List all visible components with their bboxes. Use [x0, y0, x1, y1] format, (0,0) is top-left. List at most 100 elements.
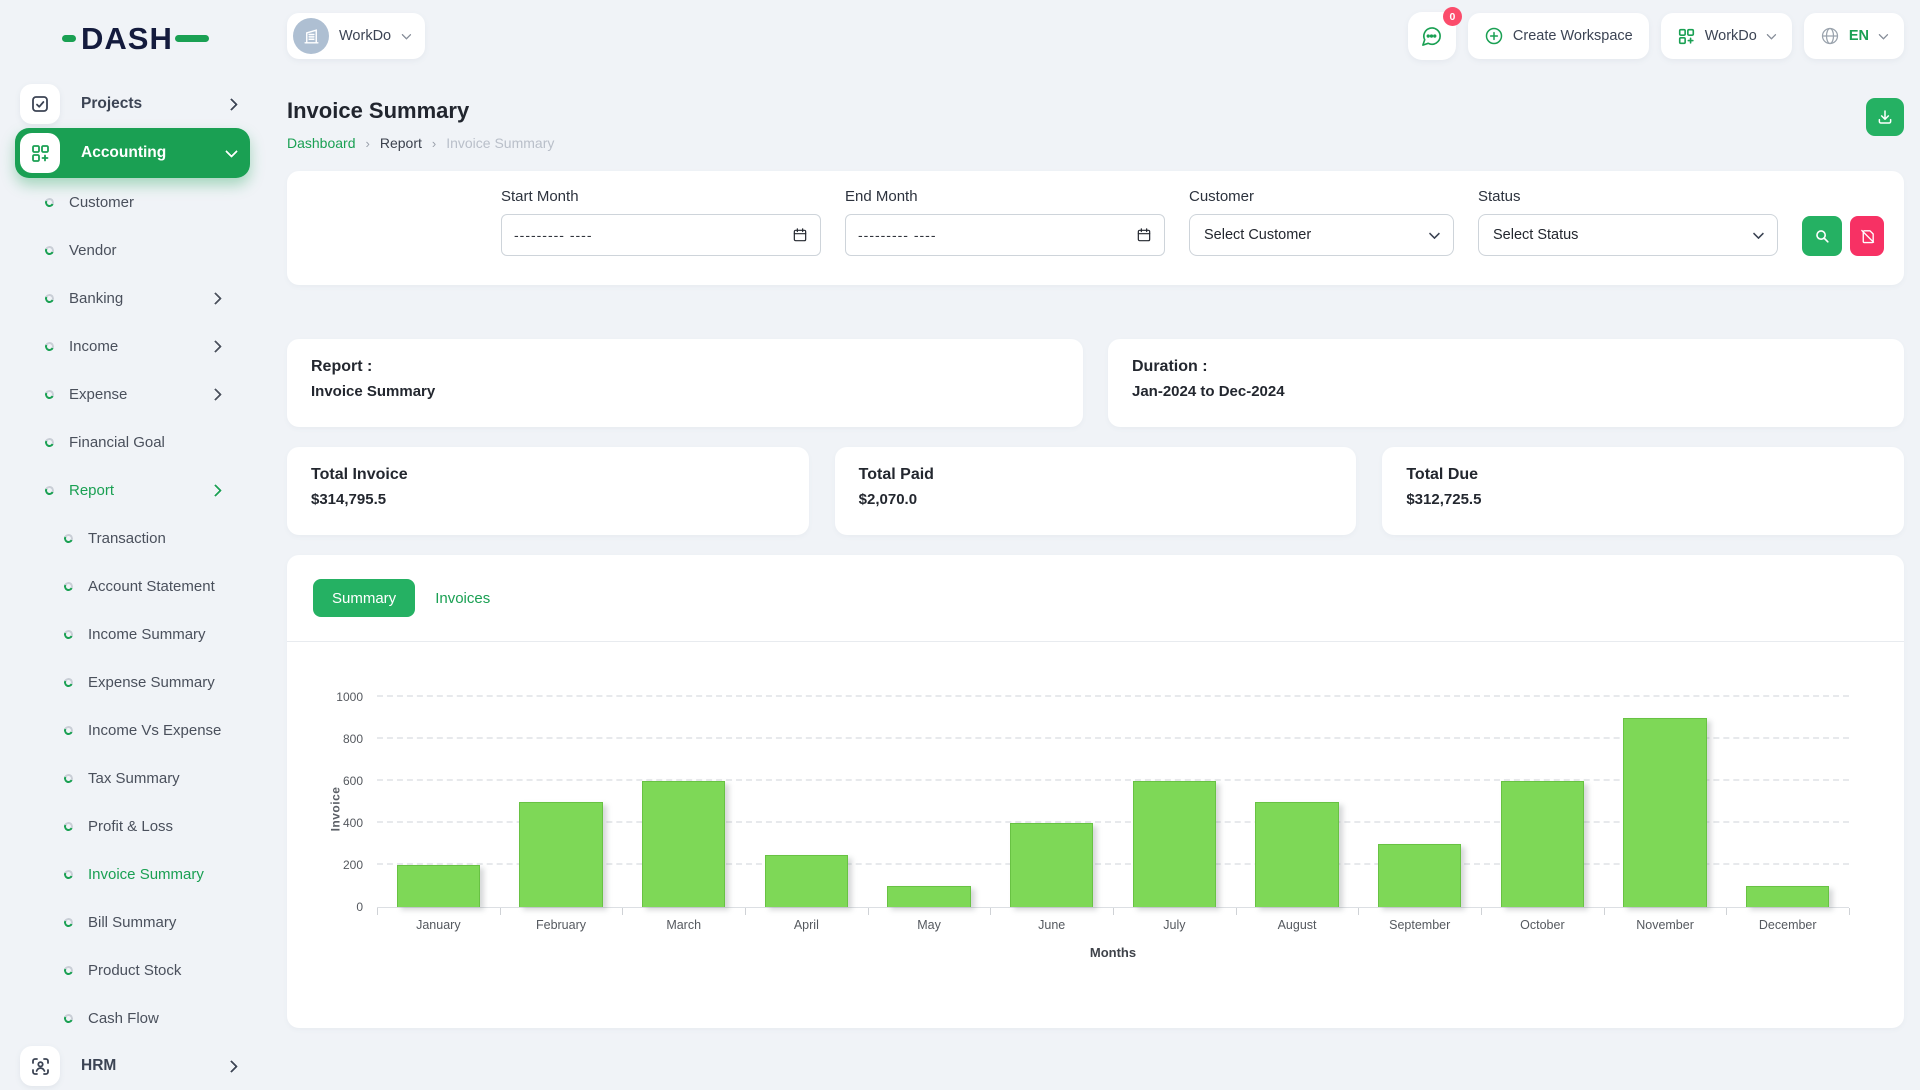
- download-button[interactable]: [1866, 98, 1904, 136]
- bullet-icon: [44, 388, 56, 400]
- report-info-row: Report : Invoice Summary Duration : Jan-…: [287, 339, 1904, 427]
- create-workspace-button[interactable]: Create Workspace: [1468, 13, 1649, 59]
- sidebar-item-label: Product Stock: [88, 962, 181, 979]
- x-tick-label: April: [745, 918, 868, 932]
- workdo-menu-button[interactable]: WorkDo: [1661, 13, 1792, 59]
- bar-january[interactable]: [397, 865, 480, 907]
- topbar: WorkDo 0 Create Workspace WorkDo: [260, 0, 1920, 72]
- tab-summary[interactable]: Summary: [313, 579, 415, 617]
- bullet-icon: [44, 340, 56, 352]
- bar-march[interactable]: [642, 781, 725, 907]
- x-tick-mark: [1481, 908, 1482, 915]
- sidebar-item-bill-summary[interactable]: Bill Summary: [15, 898, 250, 946]
- bar-june[interactable]: [1010, 823, 1093, 907]
- grid-plus-icon: [1677, 27, 1696, 46]
- bullet-icon: [63, 964, 75, 976]
- checkbox-icon: [20, 84, 60, 124]
- bar-august[interactable]: [1255, 802, 1338, 907]
- x-tick-mark: [1358, 908, 1359, 915]
- bar-july[interactable]: [1133, 781, 1216, 907]
- bar-october[interactable]: [1501, 781, 1584, 907]
- globe-icon: [1820, 26, 1840, 46]
- sidebar-item-account-statement[interactable]: Account Statement: [15, 562, 250, 610]
- x-tick-label: October: [1481, 918, 1604, 932]
- customer-field: Customer Select Customer: [1189, 188, 1454, 256]
- chevron-down-icon: [226, 148, 236, 158]
- user-focus-icon: [20, 1046, 60, 1086]
- sidebar-item-product-stock[interactable]: Product Stock: [15, 946, 250, 994]
- sidebar-item-label: HRM: [81, 1057, 116, 1075]
- sidebar-item-cash-flow[interactable]: Cash Flow: [15, 994, 250, 1042]
- chevron-down-icon: [1754, 231, 1763, 240]
- sidebar-item-invoice-summary[interactable]: Invoice Summary: [15, 850, 250, 898]
- bullet-icon: [44, 436, 56, 448]
- status-field: Status Select Status: [1478, 188, 1778, 256]
- bullet-icon: [44, 484, 56, 496]
- topbar-actions: 0 Create Workspace WorkDo EN: [1408, 12, 1904, 60]
- customer-select[interactable]: Select Customer: [1189, 214, 1454, 256]
- search-button[interactable]: [1802, 216, 1842, 256]
- x-tick-mark: [1236, 908, 1237, 915]
- calendar-icon[interactable]: [1136, 227, 1152, 243]
- sidebar-item-vendor[interactable]: Vendor: [15, 226, 250, 274]
- x-tick-label: December: [1726, 918, 1849, 932]
- sidebar-item-income[interactable]: Income: [15, 322, 250, 370]
- bar-december[interactable]: [1746, 886, 1829, 907]
- gridline: [377, 695, 1849, 697]
- sidebar-item-label: Tax Summary: [88, 770, 180, 787]
- sidebar-item-expense-summary[interactable]: Expense Summary: [15, 658, 250, 706]
- sidebar-item-projects[interactable]: Projects: [15, 80, 250, 128]
- sidebar-item-tax-summary[interactable]: Tax Summary: [15, 754, 250, 802]
- tab-invoices[interactable]: Invoices: [435, 590, 490, 607]
- sidebar-item-transaction[interactable]: Transaction: [15, 514, 250, 562]
- start-month-input[interactable]: --------- ----: [501, 214, 821, 256]
- x-tick-mark: [1726, 908, 1727, 915]
- reset-filter-button[interactable]: [1850, 216, 1884, 256]
- sidebar-item-hrm[interactable]: HRM: [15, 1042, 250, 1090]
- total-due-card: Total Due $312,725.5: [1382, 447, 1904, 535]
- sidebar-item-label: Invoice Summary: [88, 866, 204, 883]
- x-tick-label: November: [1604, 918, 1727, 932]
- sidebar-item-label: Cash Flow: [88, 1010, 159, 1027]
- x-tick-mark: [377, 908, 378, 915]
- chart-card: Summary Invoices Invoice 020040060080010…: [287, 555, 1904, 1028]
- breadcrumb-report[interactable]: Report: [380, 135, 422, 151]
- bar-september[interactable]: [1378, 844, 1461, 907]
- bar-november[interactable]: [1623, 718, 1706, 907]
- sidebar-item-expense[interactable]: Expense: [15, 370, 250, 418]
- dash-logo: DASH: [0, 18, 260, 58]
- start-month-field: Start Month --------- ----: [501, 188, 821, 256]
- chevron-right-icon: [226, 99, 236, 109]
- x-tick-label: January: [377, 918, 500, 932]
- workspace-selector[interactable]: WorkDo: [287, 13, 425, 59]
- sidebar-item-financial-goal[interactable]: Financial Goal: [15, 418, 250, 466]
- bar-may[interactable]: [887, 886, 970, 907]
- x-tick-mark: [745, 908, 746, 915]
- chevron-right-icon: ›: [432, 136, 436, 151]
- calendar-icon[interactable]: [792, 227, 808, 243]
- messages-button[interactable]: 0: [1408, 12, 1456, 60]
- end-month-label: End Month: [845, 188, 1165, 205]
- sidebar-item-income-vs-expense[interactable]: Income Vs Expense: [15, 706, 250, 754]
- chevron-right-icon: [226, 1061, 236, 1071]
- end-month-input[interactable]: --------- ----: [845, 214, 1165, 256]
- sidebar-item-banking[interactable]: Banking: [15, 274, 250, 322]
- breadcrumb-dashboard[interactable]: Dashboard: [287, 135, 356, 151]
- sidebar-item-customer[interactable]: Customer: [15, 178, 250, 226]
- totals-row: Total Invoice $314,795.5 Total Paid $2,0…: [287, 447, 1904, 535]
- duration-card: Duration : Jan-2024 to Dec-2024: [1108, 339, 1904, 427]
- sidebar-item-report[interactable]: Report: [15, 466, 250, 514]
- sidebar-item-label: Income Vs Expense: [88, 722, 221, 739]
- breadcrumb: Dashboard › Report › Invoice Summary: [287, 135, 554, 151]
- sidebar-item-income-summary[interactable]: Income Summary: [15, 610, 250, 658]
- y-tick-label: 200: [343, 858, 363, 872]
- language-button[interactable]: EN: [1804, 13, 1904, 59]
- x-tick-label: September: [1358, 918, 1481, 932]
- x-tick-label: July: [1113, 918, 1236, 932]
- sidebar-item-profit-loss[interactable]: Profit & Loss: [15, 802, 250, 850]
- bar-february[interactable]: [519, 802, 602, 907]
- sidebar: DASH ProjectsAccountingCustomerVendorBan…: [0, 0, 260, 1080]
- sidebar-item-accounting[interactable]: Accounting: [15, 128, 250, 178]
- status-select[interactable]: Select Status: [1478, 214, 1778, 256]
- bar-april[interactable]: [765, 855, 848, 908]
